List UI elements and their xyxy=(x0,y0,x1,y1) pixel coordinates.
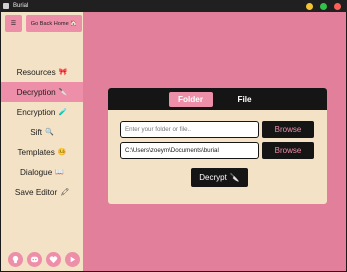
sidebar-item-templates[interactable]: Templates 🤒 xyxy=(1,142,83,162)
discord-icon[interactable] xyxy=(27,252,42,267)
magnifier-icon: 🔍 xyxy=(45,129,54,136)
sidebar: ☰ Go Back Home 🏠 Resources 🎀 Decryption … xyxy=(1,12,83,271)
source-path-input[interactable]: Enter your folder or file.. xyxy=(120,121,259,138)
sidebar-item-label: Templates xyxy=(17,147,55,157)
sidebar-item-label: Encryption xyxy=(16,107,56,117)
sidebar-item-resources[interactable]: Resources 🎀 xyxy=(1,62,83,82)
sidebar-item-label: Save Editor xyxy=(14,187,58,197)
sidebar-item-label: Dialogue xyxy=(19,167,53,177)
main-area: Folder File Enter your folder or file.. … xyxy=(83,12,346,271)
window-title: Burial xyxy=(13,3,29,9)
menu-button[interactable]: ☰ xyxy=(5,15,22,32)
close-icon[interactable] xyxy=(334,3,341,10)
test-tube-icon: 🧪 xyxy=(58,109,68,116)
github-icon[interactable] xyxy=(8,252,23,267)
sidebar-item-save-editor[interactable]: Save Editor 🖍 xyxy=(1,182,83,202)
window-controls xyxy=(306,3,341,10)
book-icon: 📖 xyxy=(55,169,65,176)
decrypt-card: Folder File Enter your folder or file.. … xyxy=(108,88,327,204)
minimize-icon[interactable] xyxy=(306,3,313,10)
mode-tabs: Folder File xyxy=(108,88,327,110)
sidebar-item-label: Decryption xyxy=(16,87,56,97)
title-bar: Burial xyxy=(0,0,347,12)
app-icon xyxy=(3,3,9,9)
sidebar-item-label: Resources xyxy=(16,67,56,77)
sidebar-item-decryption[interactable]: Decryption 🔪 xyxy=(1,82,83,102)
destination-row: C:\Users\zoeym\Documents\burial Browse xyxy=(120,142,314,159)
sidebar-item-encryption[interactable]: Encryption 🧪 xyxy=(1,102,83,122)
decrypt-label: Decrypt xyxy=(199,173,227,182)
destination-path-input[interactable]: C:\Users\zoeym\Documents\burial xyxy=(120,142,259,159)
tab-folder[interactable]: Folder xyxy=(168,91,213,107)
face-icon: 🤒 xyxy=(57,149,67,156)
tab-file[interactable]: File xyxy=(223,92,267,107)
sidebar-item-sift[interactable]: Sift 🔍 xyxy=(1,122,83,142)
social-links xyxy=(8,252,80,267)
heart-icon[interactable] xyxy=(46,252,61,267)
source-row: Enter your folder or file.. Browse xyxy=(120,121,314,138)
sidebar-item-dialogue[interactable]: Dialogue 📖 xyxy=(1,162,83,182)
go-back-home-button[interactable]: Go Back Home 🏠 xyxy=(26,15,82,32)
sidebar-nav: Resources 🎀 Decryption 🔪 Encryption 🧪 Si… xyxy=(1,62,83,202)
hamburger-icon: ☰ xyxy=(10,21,17,27)
destination-browse-button[interactable]: Browse xyxy=(262,142,314,159)
knife-icon: 🔪 xyxy=(58,89,68,96)
play-icon[interactable] xyxy=(65,252,80,267)
sidebar-item-label: Sift xyxy=(30,127,43,137)
maximize-icon[interactable] xyxy=(320,3,327,10)
decrypt-button[interactable]: Decrypt 🔪 xyxy=(191,168,248,187)
source-browse-button[interactable]: Browse xyxy=(262,121,314,138)
ribbon-icon: 🎀 xyxy=(58,69,68,76)
knife-icon: 🔪 xyxy=(229,173,240,182)
crayon-icon: 🖍 xyxy=(60,189,70,196)
